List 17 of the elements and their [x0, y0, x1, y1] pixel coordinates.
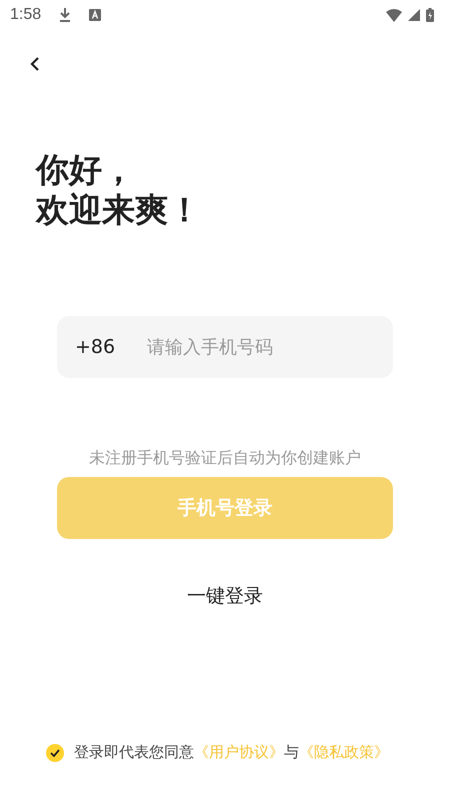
country-code[interactable]: +86 [75, 335, 116, 359]
status-time: 1:58 [10, 6, 42, 24]
greeting-title: 你好， [36, 150, 135, 190]
agreement-text: 登录即代表您同意《用户协议》与《隐私政策》 [74, 743, 389, 762]
one-tap-login-link[interactable]: 一键登录 [183, 579, 267, 613]
agree-checkbox[interactable] [46, 744, 64, 762]
back-icon[interactable] [30, 56, 40, 72]
check-icon[interactable] [50, 748, 60, 756]
wifi-icon [386, 8, 402, 22]
download-icon [59, 8, 72, 22]
signal-icon [408, 9, 420, 21]
agreement-link[interactable]: 《隐私政策》 [299, 743, 389, 761]
hint-text: 未注册手机号验证后自动为你创建账户 [88, 448, 362, 469]
battery-icon [426, 8, 434, 22]
greeting-title: 欢迎来爽！ [36, 190, 201, 230]
keyboard-icon [89, 9, 102, 21]
agreement-link[interactable]: 《用户协议》 [194, 743, 284, 761]
